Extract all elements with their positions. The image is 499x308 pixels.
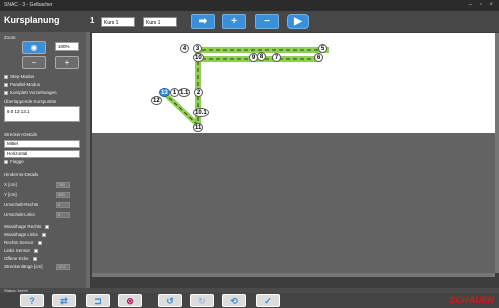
prop-input-right[interactable]: 0 [56, 202, 70, 208]
open-corner-checkbox[interactable] [32, 256, 37, 261]
prop-input-y[interactable]: 400 [56, 192, 70, 198]
window-titlebar: SNAC - 3 - Gelbacher – ▫ × [0, 0, 499, 11]
check-water-right[interactable]: Wassihage Rechts [4, 224, 51, 229]
overlap-list[interactable]: 9.0 13 13.1 [4, 106, 80, 122]
canvas-vertical-scrollbar[interactable] [495, 33, 499, 273]
obstacle-details-label: Hindernis-Details [4, 172, 39, 177]
redo-button[interactable]: ↻ [190, 294, 214, 307]
course-select[interactable]: Kurs 1 [101, 17, 135, 27]
course-canvas[interactable]: 4 3 5 10 9 8 7 6 13 1 1.1 2 12 10.1 11 [92, 33, 495, 133]
course-node-8[interactable]: 8 [257, 52, 266, 61]
parallel-mode-checkbox[interactable] [4, 82, 8, 87]
zoom-out-button[interactable]: − [22, 56, 46, 69]
check-right-sensor[interactable]: Rechts Sensor [4, 240, 44, 245]
confirm-button[interactable]: ✓ [256, 294, 280, 307]
check-water-left[interactable]: Wassihage Links [4, 232, 48, 237]
prop-label-right: Umschalt-Rechts [4, 202, 39, 207]
zoom-in-icon: + [64, 58, 70, 67]
header-bar: Kursplanung 1 Kurs 1 Kurs 1 ➡ + − ▶ [0, 11, 499, 32]
water-left-checkbox[interactable] [41, 232, 46, 237]
route-type-select[interactable]: Mittel [4, 140, 80, 148]
play-button[interactable]: ▶ [287, 14, 309, 29]
course-node-10[interactable]: 10 [193, 53, 204, 62]
overlap-label: Überlappende Kurspunkte [4, 99, 57, 104]
workspace-empty-area [92, 133, 495, 273]
step-mode-checkbox[interactable] [4, 74, 8, 79]
eye-icon: ◉ [30, 43, 38, 52]
canvas-horizontal-scrollbar[interactable] [92, 273, 495, 277]
zoom-label: Zoom [4, 35, 16, 40]
window-controls[interactable]: – ▫ × [469, 0, 496, 11]
flag-option[interactable]: Flagge [4, 159, 24, 164]
option-complete[interactable]: Komplett Vorziehungen [4, 90, 57, 95]
course-paths [162, 47, 329, 131]
check-open-corner[interactable]: Offene Ecke [4, 256, 39, 261]
course-node-10-1[interactable]: 10.1 [193, 108, 209, 117]
route-orientation-select[interactable]: Horizontal [4, 150, 80, 158]
zoom-out-icon: − [31, 58, 37, 67]
option-step-mode[interactable]: Step-Modus [4, 74, 34, 79]
help-button[interactable]: ? [20, 294, 44, 307]
swap-button[interactable]: ⇄ [52, 294, 76, 307]
arrow-right-button[interactable]: ➡ [191, 14, 215, 29]
course-node-5[interactable]: 5 [318, 44, 327, 53]
course-name-field[interactable]: Kurs 1 [143, 17, 177, 27]
stretch-input[interactable]: 12.0 [56, 264, 70, 270]
course-number: 1 [90, 16, 95, 25]
right-sensor-checkbox[interactable] [37, 240, 42, 245]
course-node-2[interactable]: 2 [194, 88, 203, 97]
left-sensor-checkbox[interactable] [34, 248, 39, 253]
left-panel-scrollbar[interactable] [86, 32, 90, 288]
remove-button[interactable]: − [255, 14, 279, 29]
course-node-6[interactable]: 6 [314, 53, 323, 62]
undo-button[interactable]: ↺ [158, 294, 182, 307]
brand-logo: SCHAUER [449, 295, 494, 305]
zoom-input[interactable]: 100% [55, 42, 79, 51]
left-panel: Zoom ◉ 100% − + Step-Modus Parallel-Modu… [0, 32, 90, 288]
stretch-label: Streckenlänge [cm] [4, 264, 43, 269]
course-node-13[interactable]: 13 [159, 88, 170, 97]
zoom-in-button[interactable]: + [55, 56, 79, 69]
option-parallel-mode[interactable]: Parallel-Modus [4, 82, 40, 87]
prop-input-x[interactable]: 750 [56, 182, 70, 188]
refresh-button[interactable]: ⟲ [222, 294, 246, 307]
route-details-label: Strecken-Details [4, 132, 38, 137]
water-right-checkbox[interactable] [45, 224, 50, 229]
page-title: Kursplanung [4, 15, 60, 25]
footer-toolbar: ? ⇄ ⊐ ⊗ ↺ ↻ ⟲ ✓ SCHAUER [0, 293, 499, 308]
window-title: SNAC - 3 - Gelbacher [4, 2, 53, 8]
prop-input-left[interactable]: 0 [56, 212, 70, 218]
course-node-4[interactable]: 4 [180, 44, 189, 53]
eye-button[interactable]: ◉ [22, 41, 46, 54]
prop-label-y: Y [cm] [4, 192, 17, 197]
prop-label-left: Umschalt-Links [4, 212, 35, 217]
add-button[interactable]: + [222, 14, 246, 29]
course-node-3[interactable]: 3 [193, 44, 202, 53]
cancel-button[interactable]: ⊗ [118, 294, 142, 307]
course-node-12[interactable]: 12 [151, 96, 162, 105]
complete-checkbox[interactable] [4, 90, 8, 95]
prop-label-x: X [cm] [4, 182, 17, 187]
course-node-7[interactable]: 7 [272, 53, 281, 62]
check-left-sensor[interactable]: Links Sensor [4, 248, 40, 253]
flag-checkbox[interactable] [4, 159, 8, 164]
bracket-button[interactable]: ⊐ [86, 294, 110, 307]
